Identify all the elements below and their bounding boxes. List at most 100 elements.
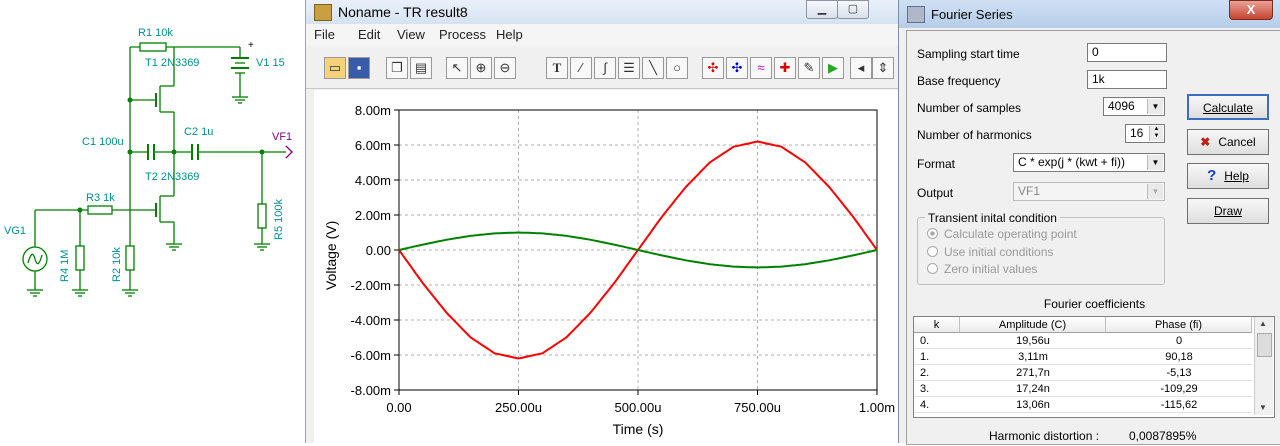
curve-tool-icon[interactable]: ∫ xyxy=(594,57,616,79)
marker-icon[interactable]: ✚ xyxy=(774,57,796,79)
table-cell: 271,7n xyxy=(1016,367,1050,379)
tr-title-bar[interactable]: Noname - TR result8 ▁ ▢ xyxy=(306,0,899,24)
table-cell: 13,06n xyxy=(1016,399,1050,411)
menu-help[interactable]: Help xyxy=(496,27,523,42)
base-frequency-input[interactable]: 1k xyxy=(1087,70,1167,89)
table-row[interactable]: 1. 3,11m 90,18 xyxy=(914,350,1252,365)
y-tick-label: -8.00m xyxy=(351,383,391,398)
label-t2: T2 2N3369 xyxy=(145,171,199,183)
column-header-amplitude[interactable]: Amplitude (C) xyxy=(960,317,1106,333)
x-tick-label: 250.00u xyxy=(495,400,542,415)
minimize-button[interactable]: ▁ xyxy=(806,0,838,19)
line-tool-icon[interactable]: ⁄ xyxy=(570,57,592,79)
table-cell: -5,13 xyxy=(1166,367,1192,379)
column-header-phase[interactable]: Phase (fi) xyxy=(1106,317,1252,333)
circuit-schematic[interactable]: R1 10k + V1 15 T1 2N3369 C1 100u C2 1u V… xyxy=(0,0,305,443)
fourier-title-bar[interactable]: Fourier Series X xyxy=(899,0,1280,28)
menu-process[interactable]: Process xyxy=(439,27,486,42)
number-of-samples-label: Number of samples xyxy=(917,101,1022,115)
label-tool-icon[interactable]: ☰ xyxy=(618,57,640,79)
y-tick-label: 6.00m xyxy=(355,138,391,153)
table-cell: 3. xyxy=(920,383,930,395)
table-row[interactable]: 0. 19,56u 0 xyxy=(914,334,1252,349)
label-r4: R4 1M xyxy=(59,250,71,282)
wave-icon[interactable]: ≈ xyxy=(750,57,772,79)
menu-edit[interactable]: Edit xyxy=(358,27,380,42)
y-tick-label: 2.00m xyxy=(355,208,391,223)
maximize-button[interactable]: ▢ xyxy=(837,0,869,19)
menu-view[interactable]: View xyxy=(397,27,425,42)
label-vg1: VG1 xyxy=(4,225,26,237)
tr-result-window[interactable]: Noname - TR result8 ▁ ▢ File Edit View P… xyxy=(305,0,899,443)
label-plus: + xyxy=(248,40,254,51)
plot-area[interactable]: 8.00m 6.00m 4.00m 2.00m 0.00 -2.00m -4.00m -6.0… xyxy=(314,90,899,443)
draw-button[interactable]: Draw xyxy=(1187,198,1269,224)
copy-icon[interactable]: ❐ xyxy=(386,57,408,79)
draw-label: Draw xyxy=(1213,204,1242,218)
save-icon[interactable]: ▪ xyxy=(348,57,370,79)
radio-zero-initial-values[interactable]: Zero initial values xyxy=(927,262,1037,276)
calculate-button[interactable]: Calculate xyxy=(1187,94,1269,120)
fourier-title: Fourier Series xyxy=(931,7,1013,22)
back-icon[interactable]: ◂ xyxy=(850,57,872,79)
harmonic-distortion-label: Harmonic distortion : xyxy=(989,429,1100,443)
number-of-harmonics-stepper[interactable]: 16 ▲ ▼ xyxy=(1125,124,1165,143)
table-row[interactable]: 2. 271,7n -5,13 xyxy=(914,366,1252,381)
radio-label: Zero initial values xyxy=(944,262,1038,276)
table-cell: 19,56u xyxy=(1016,335,1050,347)
table-row[interactable]: 4. 13,06n -115,62 xyxy=(914,398,1252,413)
pen-icon[interactable]: ✎ xyxy=(798,57,820,79)
coefficients-table[interactable]: k Amplitude (C) Phase (fi) 0. 19,56u 0 1. 3,… xyxy=(913,316,1275,418)
column-header-k[interactable]: k xyxy=(914,317,960,333)
paste-icon[interactable]: ▤ xyxy=(410,57,432,79)
schematic-drawing: R1 10k + V1 15 T1 2N3369 C1 100u C2 1u V… xyxy=(4,27,293,297)
voltage-time-chart: 8.00m 6.00m 4.00m 2.00m 0.00 -2.00m -4.00m -6.0… xyxy=(323,103,895,437)
table-cell: 0 xyxy=(1175,335,1183,347)
toolbar: ▭ ▪ ❐ ▤ ↖ ⊕ ⊖ T ⁄ ∫ ☰ ╲ ○ ✣ ✣ ≈ ✚ ✎ ▶ ◂ … xyxy=(306,48,899,89)
tr-window-title: Noname - TR result8 xyxy=(338,4,468,20)
menu-file[interactable]: File xyxy=(314,27,335,42)
chevron-down-icon: ▼ xyxy=(1147,99,1163,114)
help-label: Help xyxy=(1224,169,1249,183)
cursor-a-icon[interactable]: ✣ xyxy=(702,57,724,79)
scroll-up-icon[interactable]: ▲ xyxy=(1259,319,1267,328)
format-select[interactable]: C * exp(j * (kwt + fi)) ▼ xyxy=(1013,153,1165,172)
table-row[interactable]: 3. 17,24n -109,29 xyxy=(914,382,1252,397)
cursor-b-icon[interactable]: ✣ xyxy=(726,57,748,79)
text-icon[interactable]: T xyxy=(546,57,568,79)
label-r2: R2 10k xyxy=(111,247,123,282)
close-button[interactable]: X xyxy=(1229,0,1273,20)
cursor-icon[interactable]: ↖ xyxy=(446,57,468,79)
table-cell: 3,11m xyxy=(1018,351,1048,363)
y-axis-label: Voltage (V) xyxy=(323,221,339,290)
label-c2: C2 1u xyxy=(184,126,213,138)
run-icon[interactable]: ▶ xyxy=(822,57,844,79)
fourier-series-dialog[interactable]: Fourier Series X Sampling start time 0 B… xyxy=(898,0,1280,445)
table-scrollbar[interactable]: ▲ ▼ xyxy=(1254,317,1273,415)
app-icon xyxy=(314,4,332,21)
y-tick-label: -6.00m xyxy=(351,348,391,363)
output-value: VF1 xyxy=(1018,184,1041,198)
radio-label: Use initial conditions xyxy=(944,245,1054,259)
zoom-in-icon[interactable]: ⊕ xyxy=(470,57,492,79)
scroll-thumb[interactable] xyxy=(1257,333,1272,357)
spin-arrows-icon[interactable]: ▲ ▼ xyxy=(1149,126,1163,141)
help-button[interactable]: ? Help xyxy=(1187,163,1269,189)
sampling-start-input[interactable]: 0 xyxy=(1087,43,1167,62)
open-icon[interactable]: ▭ xyxy=(324,57,346,79)
line-icon[interactable]: ╲ xyxy=(642,57,664,79)
output-select[interactable]: VF1 ▼ xyxy=(1013,182,1165,201)
y-tick-label: 8.00m xyxy=(355,103,391,118)
radio-use-initial-conditions[interactable]: Use initial conditions xyxy=(927,245,1053,259)
zoom-100-icon[interactable]: ⊖ xyxy=(494,57,516,79)
sampling-start-label: Sampling start time xyxy=(917,47,1020,61)
number-of-samples-select[interactable]: 4096 ▼ xyxy=(1103,97,1165,116)
radio-label: Calculate operating point xyxy=(944,227,1077,241)
scroll-down-icon[interactable]: ▼ xyxy=(1259,403,1267,412)
circle-icon[interactable]: ○ xyxy=(666,57,688,79)
y-tick-label: 4.00m xyxy=(355,173,391,188)
cancel-button[interactable]: ✖ Cancel xyxy=(1187,129,1269,155)
up-down-icon[interactable]: ⇕ xyxy=(872,57,894,79)
table-cell: 0. xyxy=(920,335,930,347)
radio-calculate-operating-point[interactable]: Calculate operating point xyxy=(927,227,1077,241)
